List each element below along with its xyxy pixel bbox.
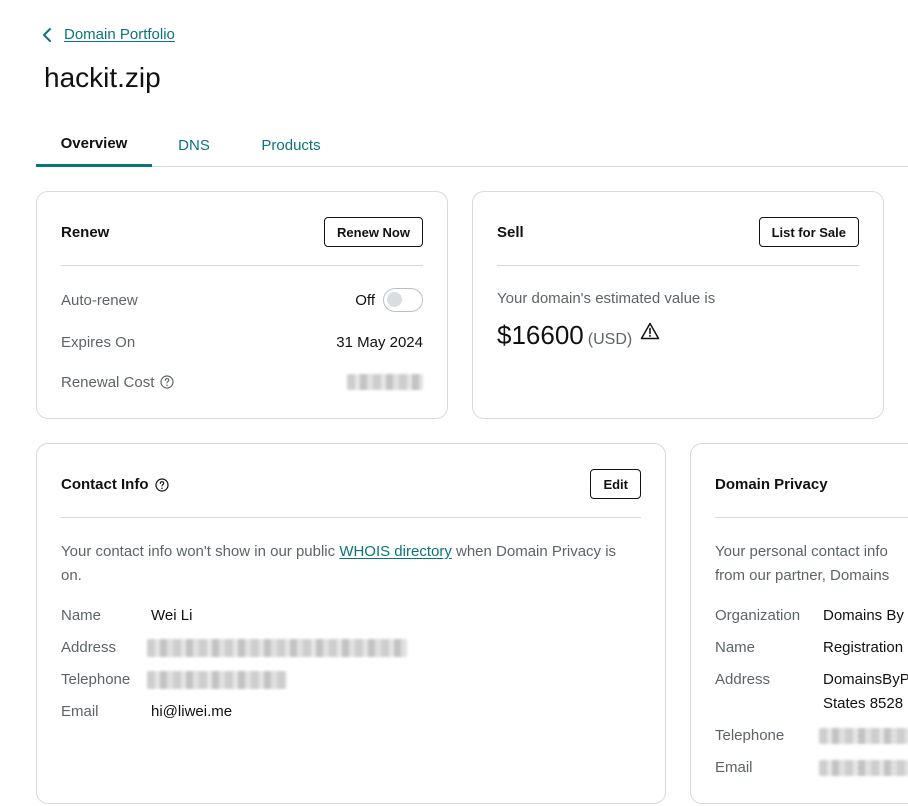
expires-label: Expires On (61, 333, 136, 351)
contact-info-text-start: Your contact info won't show in our publ… (61, 543, 340, 560)
sell-card-header: Sell List for Sale (497, 216, 859, 266)
warning-icon[interactable] (640, 322, 660, 340)
privacy-name-label: Name (715, 639, 756, 656)
privacy-telephone-label: Telephone (715, 727, 785, 744)
privacy-address-line-1: DomainsByP (823, 671, 908, 688)
contact-card-header: Contact Info Edit (61, 468, 641, 518)
privacy-telephone-redacted (819, 728, 908, 744)
privacy-organization-value: Domains By (823, 607, 904, 624)
privacy-telephone-row: Telephone (715, 724, 908, 752)
tab-dns[interactable]: DNS (152, 124, 236, 167)
privacy-address-row: Address DomainsByP States 8528 (715, 668, 908, 716)
renew-card: Renew Renew Now Auto-renew Off Expires O… (36, 191, 448, 419)
privacy-name-row: Name Registration (715, 636, 903, 660)
renew-card-header: Renew Renew Now (61, 216, 423, 266)
privacy-email-redacted (819, 760, 908, 776)
auto-renew-status: Off (355, 291, 375, 309)
expires-row: Expires On 31 May 2024 (61, 331, 423, 353)
domain-privacy-title: Domain Privacy (715, 476, 828, 493)
privacy-organization-row: Organization Domains By (715, 604, 904, 628)
privacy-address-label: Address (715, 671, 771, 688)
tab-products[interactable]: Products (236, 124, 346, 167)
contact-info-text: Your contact info won't show in our publ… (61, 540, 621, 588)
privacy-name-value: Registration (823, 639, 904, 656)
contact-email-label: Email (61, 703, 99, 720)
tab-overview[interactable]: Overview (36, 124, 152, 167)
renew-now-button[interactable]: Renew Now (324, 217, 423, 247)
contact-name-label: Name (61, 607, 102, 624)
privacy-info-text: Your personal contact info from our part… (715, 540, 908, 588)
chevron-left-icon[interactable] (42, 27, 52, 43)
expires-value: 31 May 2024 (336, 333, 423, 351)
toggle-knob (387, 292, 402, 307)
contact-name-row: Name Wei Li (61, 604, 192, 628)
renew-title: Renew (61, 224, 110, 241)
edit-contact-button[interactable]: Edit (590, 469, 641, 499)
help-icon[interactable] (160, 375, 174, 389)
contact-email-value: hi@liwei.me (151, 703, 233, 720)
estimated-value-text: Your domain's estimated value is (497, 290, 716, 307)
privacy-info-line-1: Your personal contact info (715, 543, 888, 560)
privacy-organization-label: Organization (715, 607, 801, 624)
contact-address-redacted (147, 639, 407, 657)
whois-directory-link[interactable]: WHOIS directory (339, 543, 452, 560)
tab-bar: Overview DNS Products (36, 124, 908, 167)
contact-email-row: Email hi@liwei.me (61, 700, 232, 724)
auto-renew-toggle[interactable] (383, 288, 423, 312)
renewal-cost-row: Renewal Cost (61, 371, 423, 393)
help-icon[interactable] (154, 477, 169, 492)
domain-privacy-card: Domain Privacy Your personal contact inf… (690, 443, 908, 804)
list-for-sale-button[interactable]: List for Sale (758, 217, 859, 247)
renewal-cost-redacted (347, 374, 423, 390)
privacy-email-row: Email (715, 756, 908, 784)
auto-renew-row: Auto-renew Off (61, 288, 423, 312)
renewal-cost-label: Renewal Cost (61, 373, 155, 391)
privacy-address-line-2: States 8528 (823, 695, 904, 712)
contact-info-title: Contact Info (61, 476, 149, 493)
page-title: hackit.zip (44, 62, 161, 93)
breadcrumb-link-domain-portfolio[interactable]: Domain Portfolio (64, 26, 175, 43)
contact-telephone-row: Telephone (61, 668, 287, 697)
breadcrumb: Domain Portfolio (42, 26, 175, 43)
estimated-value: $16600 (USD) (497, 320, 660, 351)
sell-card: Sell List for Sale Your domain's estimat… (472, 191, 884, 419)
contact-telephone-redacted (147, 671, 287, 689)
contact-name-value: Wei Li (151, 607, 193, 624)
contact-address-row: Address (61, 636, 407, 665)
contact-telephone-label: Telephone (61, 671, 131, 688)
auto-renew-label: Auto-renew (61, 291, 138, 309)
value-currency: (USD) (587, 331, 633, 348)
value-amount: $16600 (497, 320, 584, 350)
contact-address-label: Address (61, 639, 117, 656)
sell-title: Sell (497, 224, 524, 241)
privacy-info-line-2: from our partner, Domains (715, 567, 890, 584)
privacy-card-header: Domain Privacy (715, 468, 908, 518)
contact-info-card: Contact Info Edit Your contact info won'… (36, 443, 666, 804)
privacy-email-label: Email (715, 759, 753, 776)
